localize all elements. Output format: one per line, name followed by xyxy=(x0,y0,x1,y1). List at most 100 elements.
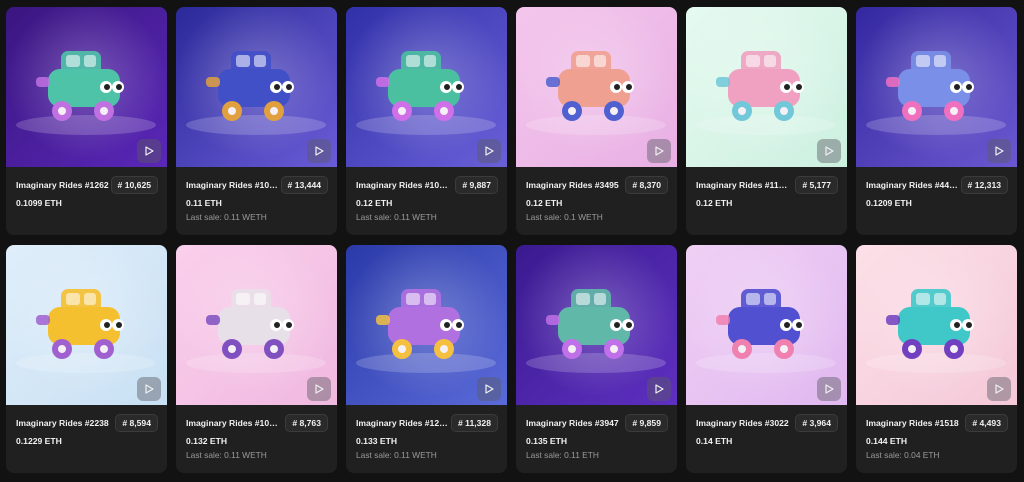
play-icon xyxy=(995,384,1004,394)
play-button[interactable] xyxy=(987,377,1011,401)
nft-price: 0.1229 ETH xyxy=(16,436,62,446)
nft-card[interactable]: Imaginary Rides #3022 # 3,964 0.14 ETH xyxy=(686,245,847,473)
nft-media[interactable] xyxy=(6,245,167,405)
nft-name[interactable]: Imaginary Rides #100… xyxy=(356,180,451,190)
play-icon xyxy=(825,384,834,394)
nft-card[interactable]: Imaginary Rides #100… # 9,887 0.12 ETH L… xyxy=(346,7,507,235)
nft-card[interactable]: Imaginary Rides #1518 # 4,493 0.144 ETH … xyxy=(856,245,1017,473)
nft-media[interactable] xyxy=(346,7,507,167)
nft-price: 0.12 ETH xyxy=(526,198,563,208)
nft-name[interactable]: Imaginary Rides #12… xyxy=(356,418,448,428)
rarity-rank-badge: # 12,313 xyxy=(960,176,1008,194)
nft-card[interactable]: Imaginary Rides #44… # 12,313 0.1209 ETH xyxy=(856,7,1017,235)
last-sale: Last sale: 0.1 WETH xyxy=(526,212,603,222)
nft-info: Imaginary Rides #3495 # 8,370 0.12 ETH L… xyxy=(516,167,677,235)
nft-name[interactable]: Imaginary Rides #3022 xyxy=(696,418,789,428)
nft-price: 0.14 ETH xyxy=(696,436,733,446)
nft-info: Imaginary Rides #10… # 13,444 0.11 ETH L… xyxy=(176,167,337,235)
nft-card[interactable]: Imaginary Rides #10… # 13,444 0.11 ETH L… xyxy=(176,7,337,235)
nft-info: Imaginary Rides #11591 # 5,177 0.12 ETH xyxy=(686,167,847,235)
nft-info: Imaginary Rides #3022 # 3,964 0.14 ETH xyxy=(686,405,847,473)
nft-price: 0.1099 ETH xyxy=(16,198,62,208)
play-button[interactable] xyxy=(647,377,671,401)
play-button[interactable] xyxy=(307,139,331,163)
last-sale: Last sale: 0.11 WETH xyxy=(186,450,267,460)
rarity-rank-badge: # 8,763 xyxy=(285,414,328,432)
play-button[interactable] xyxy=(817,377,841,401)
rarity-rank-badge: # 9,887 xyxy=(455,176,498,194)
nft-price: 0.12 ETH xyxy=(356,198,393,208)
rarity-rank-badge: # 8,594 xyxy=(115,414,158,432)
nft-price: 0.135 ETH xyxy=(526,436,568,446)
rarity-rank-badge: # 3,964 xyxy=(795,414,838,432)
nft-name[interactable]: Imaginary Rides #10… xyxy=(186,180,278,190)
nft-media[interactable] xyxy=(176,7,337,167)
last-sale: Last sale: 0.11 WETH xyxy=(356,212,437,222)
nft-media[interactable] xyxy=(516,245,677,405)
nft-media[interactable] xyxy=(856,7,1017,167)
play-icon xyxy=(145,146,154,156)
nft-name[interactable]: Imaginary Rides #3495 xyxy=(526,180,619,190)
play-button[interactable] xyxy=(817,139,841,163)
nft-name[interactable]: Imaginary Rides #11591 xyxy=(696,180,791,190)
nft-name[interactable]: Imaginary Rides #10715 xyxy=(186,418,281,428)
nft-info: Imaginary Rides #12… # 11,328 0.133 ETH … xyxy=(346,405,507,473)
play-button[interactable] xyxy=(307,377,331,401)
play-icon xyxy=(315,146,324,156)
play-icon xyxy=(315,384,324,394)
nft-price: 0.144 ETH xyxy=(866,436,908,446)
nft-price: 0.1209 ETH xyxy=(866,198,912,208)
nft-card[interactable]: Imaginary Rides #1262 # 10,625 0.1099 ET… xyxy=(6,7,167,235)
nft-media[interactable] xyxy=(6,7,167,167)
nft-media[interactable] xyxy=(516,7,677,167)
play-icon xyxy=(825,146,834,156)
nft-card[interactable]: Imaginary Rides #2238 # 8,594 0.1229 ETH xyxy=(6,245,167,473)
nft-name[interactable]: Imaginary Rides #44… xyxy=(866,180,958,190)
nft-info: Imaginary Rides #3947 # 9,859 0.135 ETH … xyxy=(516,405,677,473)
nft-info: Imaginary Rides #100… # 9,887 0.12 ETH L… xyxy=(346,167,507,235)
rarity-rank-badge: # 9,859 xyxy=(625,414,668,432)
play-icon xyxy=(995,146,1004,156)
last-sale: Last sale: 0.11 ETH xyxy=(526,450,599,460)
play-button[interactable] xyxy=(647,139,671,163)
play-button[interactable] xyxy=(477,139,501,163)
nft-price: 0.132 ETH xyxy=(186,436,228,446)
nft-info: Imaginary Rides #1262 # 10,625 0.1099 ET… xyxy=(6,167,167,235)
nft-card[interactable]: Imaginary Rides #11591 # 5,177 0.12 ETH xyxy=(686,7,847,235)
play-icon xyxy=(485,146,494,156)
nft-card[interactable]: Imaginary Rides #3495 # 8,370 0.12 ETH L… xyxy=(516,7,677,235)
play-icon xyxy=(485,384,494,394)
last-sale: Last sale: 0.11 WETH xyxy=(186,212,267,222)
nft-media[interactable] xyxy=(686,7,847,167)
nft-name[interactable]: Imaginary Rides #1262 xyxy=(16,180,109,190)
rarity-rank-badge: # 13,444 xyxy=(280,176,328,194)
nft-media[interactable] xyxy=(176,245,337,405)
nft-name[interactable]: Imaginary Rides #3947 xyxy=(526,418,619,428)
nft-info: Imaginary Rides #44… # 12,313 0.1209 ETH xyxy=(856,167,1017,235)
nft-card[interactable]: Imaginary Rides #12… # 11,328 0.133 ETH … xyxy=(346,245,507,473)
play-icon xyxy=(655,146,664,156)
nft-card[interactable]: Imaginary Rides #10715 # 8,763 0.132 ETH… xyxy=(176,245,337,473)
nft-name[interactable]: Imaginary Rides #1518 xyxy=(866,418,959,428)
nft-info: Imaginary Rides #10715 # 8,763 0.132 ETH… xyxy=(176,405,337,473)
rarity-rank-badge: # 4,493 xyxy=(965,414,1008,432)
rarity-rank-badge: # 10,625 xyxy=(110,176,158,194)
play-button[interactable] xyxy=(137,139,161,163)
nft-media[interactable] xyxy=(346,245,507,405)
nft-name[interactable]: Imaginary Rides #2238 xyxy=(16,418,109,428)
play-button[interactable] xyxy=(987,139,1011,163)
nft-card[interactable]: Imaginary Rides #3947 # 9,859 0.135 ETH … xyxy=(516,245,677,473)
rarity-rank-badge: # 5,177 xyxy=(795,176,838,194)
nft-media[interactable] xyxy=(856,245,1017,405)
play-icon xyxy=(655,384,664,394)
nft-price: 0.12 ETH xyxy=(696,198,733,208)
play-button[interactable] xyxy=(477,377,501,401)
nft-info: Imaginary Rides #2238 # 8,594 0.1229 ETH xyxy=(6,405,167,473)
nft-price: 0.11 ETH xyxy=(186,198,222,208)
rarity-rank-badge: # 8,370 xyxy=(625,176,668,194)
nft-grid: Imaginary Rides #1262 # 10,625 0.1099 ET… xyxy=(6,7,1017,473)
nft-media[interactable] xyxy=(686,245,847,405)
nft-price: 0.133 ETH xyxy=(356,436,398,446)
play-button[interactable] xyxy=(137,377,161,401)
last-sale: Last sale: 0.11 WETH xyxy=(356,450,437,460)
